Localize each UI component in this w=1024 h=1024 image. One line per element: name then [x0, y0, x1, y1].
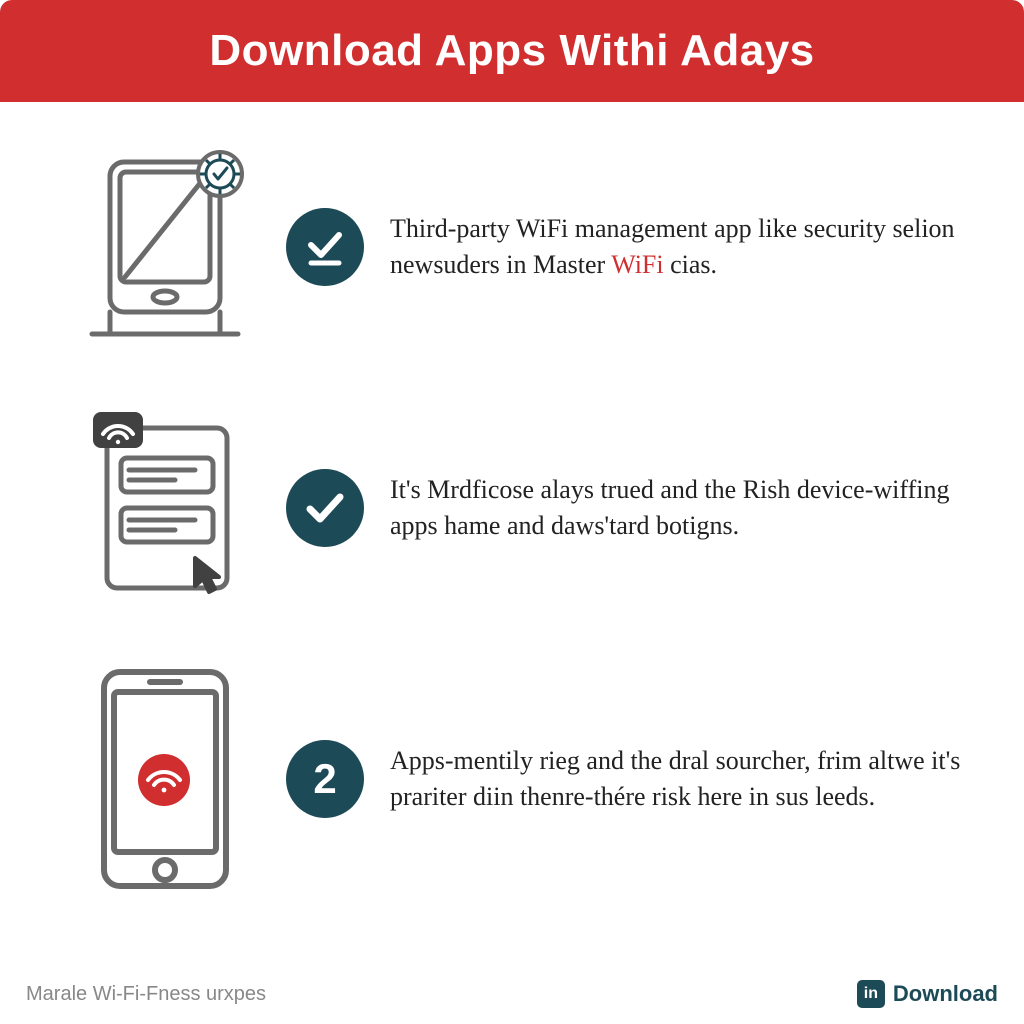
badge-col — [270, 208, 380, 286]
download-button[interactable]: in Download — [857, 980, 998, 1008]
badge-number: 2 — [313, 755, 336, 803]
item-text: Third-party WiFi management app like sec… — [380, 211, 964, 284]
text-after: cias. — [664, 250, 717, 279]
badge-col: 2 — [270, 740, 380, 818]
illustration-phone-wifi — [60, 664, 270, 894]
item-text: Apps-mentily rieg and the dral sourcher,… — [380, 743, 964, 816]
list-item: 2 Apps-mentily rieg and the dral sourche… — [60, 664, 964, 894]
page-title: Download Apps Withi Adays — [209, 26, 814, 75]
list-item: It's Mrdficose alays trued and the Rish … — [60, 408, 964, 608]
linkedin-icon: in — [857, 980, 885, 1008]
text-span: Apps-mentily rieg and the dral sourcher,… — [390, 746, 960, 811]
download-label: Download — [893, 981, 998, 1007]
badge-col — [270, 469, 380, 547]
number-badge: 2 — [286, 740, 364, 818]
content-area: Third-party WiFi management app like sec… — [0, 102, 1024, 894]
item-text: It's Mrdficose alays trued and the Rish … — [380, 472, 964, 545]
infographic-card: Download Apps Withi Adays — [0, 0, 1024, 1024]
list-item: Third-party WiFi management app like sec… — [60, 142, 964, 352]
footer-caption: Marale Wi-Fi-Fness urxpes — [26, 983, 266, 1006]
illustration-list-wifi — [60, 408, 270, 608]
header-bar: Download Apps Withi Adays — [0, 0, 1024, 102]
footer: Marale Wi-Fi-Fness urxpes in Download — [0, 966, 1024, 1024]
text-span: It's Mrdficose alays trued and the Rish … — [390, 475, 949, 540]
highlight-wifi: WiFi — [611, 250, 663, 279]
check-underline-badge — [286, 208, 364, 286]
illustration-device-gear — [60, 142, 270, 352]
check-badge — [286, 469, 364, 547]
